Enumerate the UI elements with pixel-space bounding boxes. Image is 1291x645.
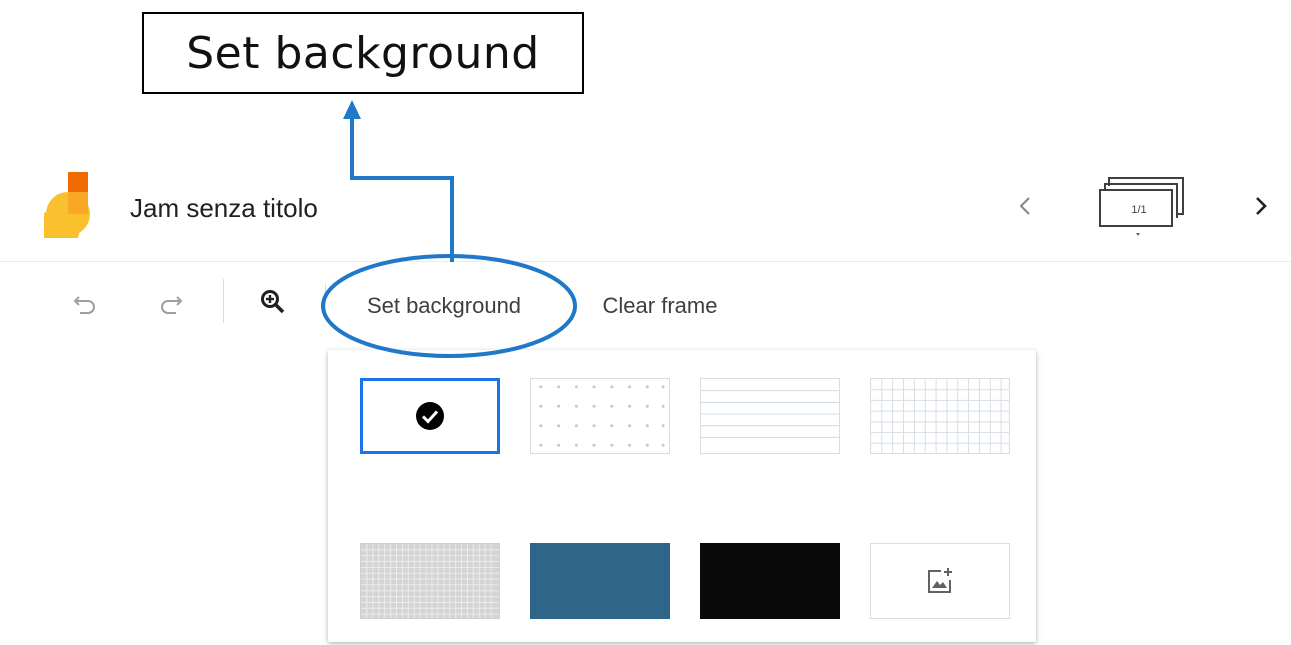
toolbar-divider [325,284,326,320]
redo-button[interactable] [150,283,192,325]
zoom-button[interactable] [252,281,294,323]
clear-frame-button[interactable]: Clear frame [580,286,740,326]
previous-frame-button[interactable] [1008,186,1042,226]
zoom-in-icon [261,290,285,314]
background-option-blank[interactable] [360,378,500,454]
chevron-left-icon [1019,197,1030,215]
annotation-arrowhead [343,100,361,119]
undo-icon [73,296,95,314]
set-background-button[interactable]: Set background [344,286,544,326]
background-option-grid[interactable] [870,378,1010,454]
background-option-lines[interactable] [700,378,840,454]
background-option-black[interactable] [700,543,840,619]
dark-grid-pattern [361,544,499,618]
doc-title[interactable]: Jam senza titolo [130,193,318,224]
add-image-icon [928,568,952,593]
annotation-callout-text: Set background [186,27,540,79]
annotation-arrow [350,118,454,262]
annotation-callout: Set background [142,12,584,94]
header-divider [0,261,1291,262]
check-circle-icon [416,402,444,430]
lines-pattern [701,390,839,438]
background-option-blue[interactable] [530,543,670,619]
toolbar-divider [223,279,224,323]
frame-counter-label: 1/1 [1131,204,1147,216]
background-option-dark-grid[interactable] [360,543,500,619]
next-frame-button[interactable] [1244,186,1278,226]
background-option-dots[interactable] [530,378,670,454]
jamboard-logo-icon [35,172,96,254]
chevron-right-icon [1256,197,1267,215]
redo-icon [161,296,183,314]
undo-button[interactable] [64,283,106,325]
grid-pattern [871,379,1009,453]
background-option-upload-image[interactable] [870,543,1010,619]
dots-pattern [539,385,665,447]
